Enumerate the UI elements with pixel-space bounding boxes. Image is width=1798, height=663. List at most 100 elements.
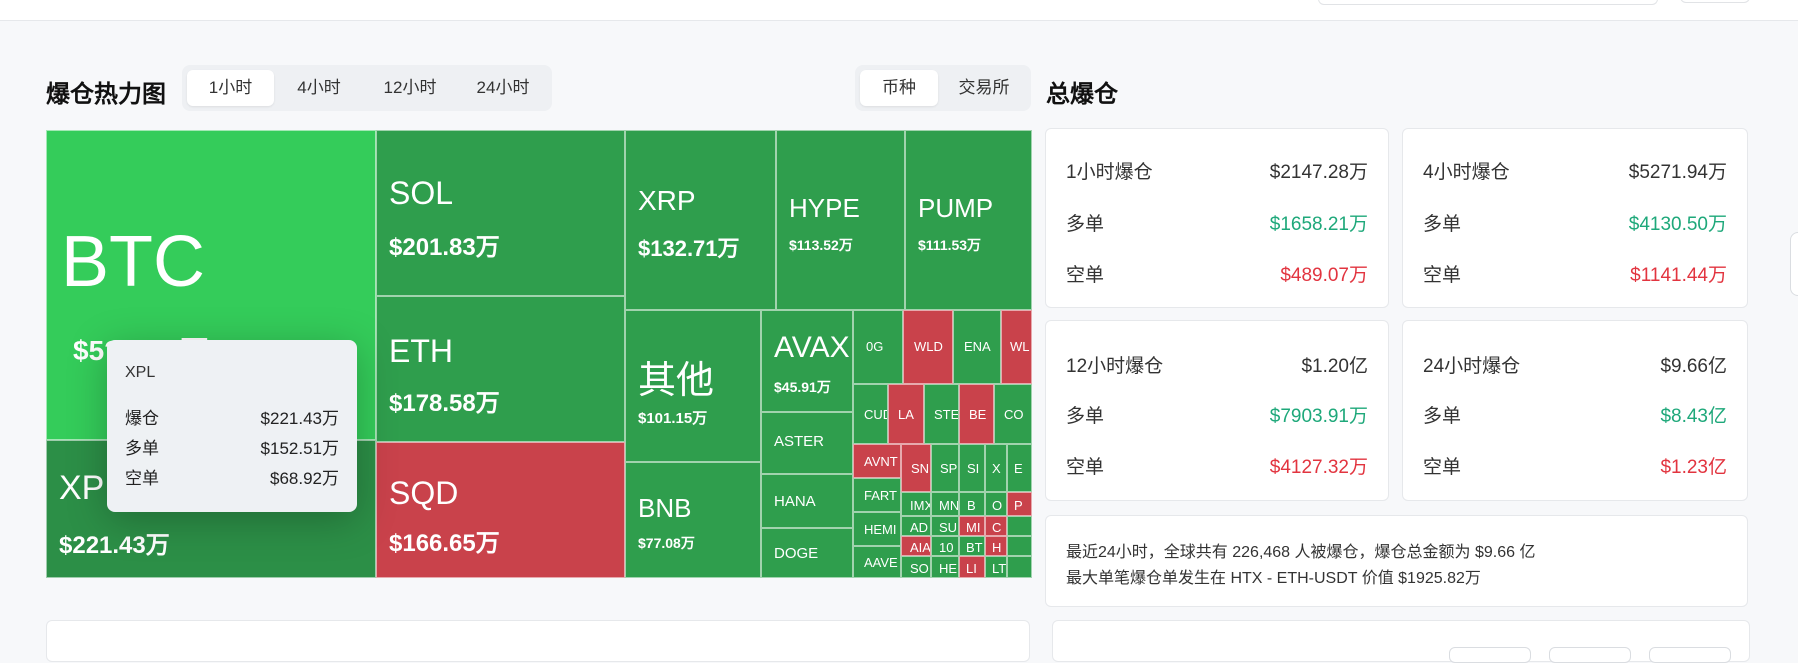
tile-other[interactable]: 其他 $101.15万 bbox=[625, 310, 761, 462]
card-4h: 4小时爆仓 $5271.94万 多单 $4130.50万 空单 $1141.44万 bbox=[1402, 128, 1748, 308]
card-label: 12小时爆仓 bbox=[1066, 356, 1164, 377]
short-label: 空单 bbox=[1423, 265, 1462, 286]
tab-coin[interactable]: 币种 bbox=[860, 70, 938, 106]
card-1h: 1小时爆仓 $2147.28万 多单 $1658.21万 空单 $489.07万 bbox=[1045, 128, 1389, 308]
tile-sqd[interactable]: SQD $166.65万 bbox=[376, 442, 625, 578]
tile-symbol: ETH bbox=[389, 333, 453, 369]
tile-lt[interactable]: LT bbox=[985, 556, 1007, 578]
tab-24h[interactable]: 24小时 bbox=[460, 70, 546, 106]
tile-xrp[interactable]: XRP $132.71万 bbox=[625, 130, 776, 310]
tile-aia[interactable]: AIA bbox=[901, 536, 931, 556]
tile-filler-2[interactable] bbox=[1007, 536, 1032, 556]
tile-sn[interactable]: SN bbox=[901, 444, 931, 492]
tile-10[interactable]: 10 bbox=[931, 536, 959, 556]
tile-he[interactable]: HE bbox=[931, 556, 959, 578]
tooltip-liq-label: 爆仓 bbox=[125, 409, 159, 428]
tile-eth[interactable]: ETH $178.58万 bbox=[376, 296, 625, 442]
tile-ste[interactable]: STE bbox=[924, 384, 959, 444]
tile-symbol: AD bbox=[910, 520, 929, 535]
tile-doge[interactable]: DOGE bbox=[761, 528, 853, 578]
tile-e[interactable]: E bbox=[1007, 444, 1032, 492]
tile-co[interactable]: CO bbox=[994, 384, 1032, 444]
header-button[interactable] bbox=[1680, 0, 1750, 3]
search-input[interactable] bbox=[1318, 0, 1658, 5]
tile-aave[interactable]: AAVE bbox=[853, 546, 901, 578]
tile-avax[interactable]: AVAX $45.91万 bbox=[761, 310, 853, 412]
lower-panel-left bbox=[46, 620, 1030, 662]
tile-imx[interactable]: IMX bbox=[901, 492, 931, 516]
tile-sp[interactable]: SP bbox=[931, 444, 959, 492]
tile-b[interactable]: B bbox=[959, 492, 985, 516]
short-label: 空单 bbox=[1066, 457, 1105, 478]
tile-symbol: LA bbox=[898, 407, 914, 422]
tile-x[interactable]: X bbox=[985, 444, 1007, 492]
tile-wld[interactable]: WLD bbox=[903, 310, 953, 384]
tile-hemi[interactable]: HEMI bbox=[853, 512, 901, 546]
lower-panel-right bbox=[1052, 620, 1750, 663]
tile-bnb[interactable]: BNB $77.08万 bbox=[625, 462, 761, 578]
side-drawer-handle[interactable] bbox=[1790, 232, 1798, 296]
long-label: 多单 bbox=[1066, 406, 1105, 427]
tile-symbol: P bbox=[1014, 498, 1023, 513]
long-value: $7903.91万 bbox=[1269, 406, 1368, 427]
tile-0g[interactable]: 0G bbox=[853, 310, 903, 384]
tile-symbol: ASTER bbox=[774, 433, 825, 450]
tooltip-short-label: 空单 bbox=[125, 469, 159, 488]
tile-symbol: 0G bbox=[866, 339, 884, 354]
tile-symbol: AIA bbox=[910, 540, 931, 555]
panel-button-2[interactable] bbox=[1549, 647, 1631, 663]
tile-fart[interactable]: FART bbox=[853, 478, 901, 512]
tile-filler-1[interactable] bbox=[1007, 516, 1032, 536]
long-label: 多单 bbox=[1423, 214, 1462, 235]
tile-symbol: HEMI bbox=[864, 522, 897, 537]
tile-wl[interactable]: WL bbox=[1001, 310, 1032, 384]
tile-cud[interactable]: CUD bbox=[853, 384, 888, 444]
tile-symbol: ENA bbox=[964, 339, 991, 354]
tab-12h[interactable]: 12小时 bbox=[364, 70, 456, 106]
tooltip-short-value: $68.92万 bbox=[270, 469, 339, 488]
tooltip-short-row: 空单 $68.92万 bbox=[125, 464, 339, 489]
tile-so[interactable]: SO bbox=[901, 556, 931, 578]
tile-symbol: IMX bbox=[910, 498, 931, 513]
tile-su[interactable]: SU bbox=[931, 516, 959, 536]
panel-button-3[interactable] bbox=[1649, 647, 1731, 663]
tile-filler-3[interactable] bbox=[1007, 556, 1032, 578]
tile-aster[interactable]: ASTER bbox=[761, 412, 853, 474]
tile-symbol: WLD bbox=[914, 339, 943, 354]
tile-avnt[interactable]: AVNT bbox=[853, 444, 901, 478]
tile-pump[interactable]: PUMP $111.53万 bbox=[905, 130, 1032, 310]
tile-c[interactable]: C bbox=[985, 516, 1007, 536]
long-value: $1658.21万 bbox=[1269, 214, 1368, 235]
tile-o[interactable]: O bbox=[985, 492, 1007, 516]
tile-ena[interactable]: ENA bbox=[953, 310, 1001, 384]
tab-4h[interactable]: 4小时 bbox=[278, 70, 360, 106]
tile-symbol: AVAX bbox=[774, 331, 850, 364]
tile-amount: $221.43万 bbox=[59, 532, 170, 559]
tab-1h[interactable]: 1小时 bbox=[187, 70, 274, 106]
tile-amount: $45.91万 bbox=[774, 379, 831, 395]
tile-be[interactable]: BE bbox=[959, 384, 994, 444]
tile-ad[interactable]: AD bbox=[901, 516, 931, 536]
tile-bt[interactable]: BT bbox=[959, 536, 985, 556]
tile-symbol: STE bbox=[934, 407, 959, 422]
tile-symbol: C bbox=[992, 520, 1002, 535]
tile-symbol: MI bbox=[966, 520, 981, 535]
tile-symbol: CUD bbox=[864, 407, 887, 422]
tile-sol[interactable]: SOL $201.83万 bbox=[376, 130, 625, 296]
liquidation-summary: 最近24小时，全球共有 226,468 人被爆仓，爆仓总金额为 $9.66 亿 … bbox=[1045, 515, 1748, 607]
tile-symbol: SU bbox=[939, 520, 958, 535]
group-by-tabs: 币种 交易所 bbox=[855, 65, 1031, 111]
panel-button-1[interactable] bbox=[1449, 647, 1531, 663]
tile-mn[interactable]: MN bbox=[931, 492, 959, 516]
tile-hype[interactable]: HYPE $113.52万 bbox=[776, 130, 905, 310]
tile-si[interactable]: SI bbox=[959, 444, 985, 492]
tab-exchange[interactable]: 交易所 bbox=[942, 70, 1026, 106]
tile-li[interactable]: LI bbox=[959, 556, 985, 578]
tile-la[interactable]: LA bbox=[888, 384, 924, 444]
tile-hana[interactable]: HANA bbox=[761, 474, 853, 528]
tile-p[interactable]: P bbox=[1007, 492, 1032, 516]
tile-symbol: SI bbox=[967, 461, 980, 476]
tile-mi[interactable]: MI bbox=[959, 516, 985, 536]
summary-line-2: 最大单笔爆仓单发生在 HTX - ETH-USDT 价值 $1925.82万 bbox=[1066, 570, 1481, 587]
tile-h[interactable]: H bbox=[985, 536, 1007, 556]
